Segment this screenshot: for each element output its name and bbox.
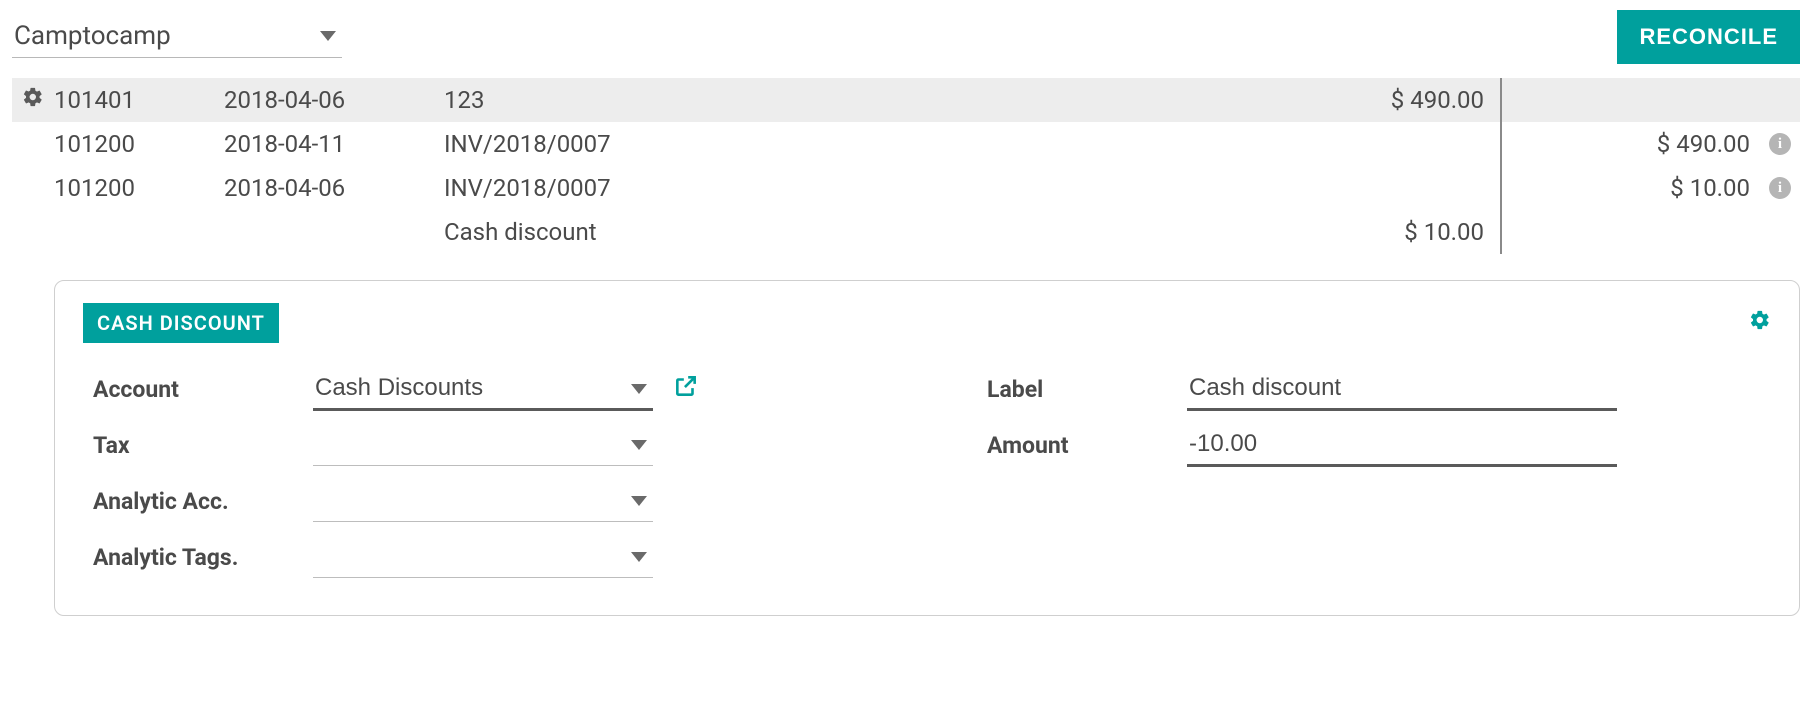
analytic-acc-label: Analytic Acc. (93, 488, 313, 515)
analytic-acc-select[interactable] (313, 481, 653, 522)
cell-credit (1500, 210, 1760, 254)
table-row[interactable]: 101200 2018-04-06 INV/2018/0007 $ 10.00 … (12, 166, 1800, 210)
reconcile-button[interactable]: RECONCILE (1617, 10, 1800, 64)
amount-input[interactable] (1187, 424, 1617, 467)
cell-account: 101200 (54, 174, 224, 202)
analytic-tags-select[interactable] (313, 537, 653, 578)
label-input[interactable] (1187, 368, 1617, 411)
cell-date: 2018-04-06 (224, 174, 444, 202)
external-link-icon[interactable] (673, 373, 703, 405)
tax-select[interactable] (313, 425, 653, 466)
chevron-down-icon (631, 496, 647, 506)
cell-label: Cash discount (444, 218, 1240, 246)
analytic-acc-select-value[interactable] (313, 481, 653, 522)
table-row[interactable]: 101200 2018-04-11 INV/2018/0007 $ 490.00… (12, 122, 1800, 166)
analytic-tags-select-value[interactable] (313, 537, 653, 578)
cell-credit (1500, 78, 1760, 122)
cell-debit (1240, 166, 1500, 210)
partner-select-value: Camptocamp (14, 21, 320, 51)
cell-credit: $ 10.00 (1500, 166, 1760, 210)
table-row[interactable]: 101401 2018-04-06 123 $ 490.00 (12, 78, 1800, 122)
writeoff-panel: CASH DISCOUNT Account Tax (54, 280, 1800, 616)
account-label: Account (93, 376, 313, 403)
label-label: Label (987, 376, 1187, 403)
cell-account: 101200 (54, 130, 224, 158)
cell-debit (1240, 122, 1500, 166)
tax-label: Tax (93, 432, 313, 459)
cell-date: 2018-04-11 (224, 130, 444, 158)
partner-select[interactable]: Camptocamp (12, 17, 342, 58)
cell-label: INV/2018/0007 (444, 174, 1240, 202)
amount-label: Amount (987, 432, 1187, 459)
reconcile-lines: 101401 2018-04-06 123 $ 490.00 101200 20… (12, 78, 1800, 254)
gear-icon[interactable] (22, 86, 44, 114)
chevron-down-icon (631, 384, 647, 394)
info-icon[interactable]: i (1769, 133, 1791, 155)
cell-label: 123 (444, 86, 1240, 114)
tax-select-value[interactable] (313, 425, 653, 466)
chevron-down-icon (631, 440, 647, 450)
info-icon[interactable]: i (1769, 177, 1791, 199)
account-select-value[interactable] (313, 368, 653, 411)
writeoff-badge: CASH DISCOUNT (83, 303, 279, 343)
cell-label: INV/2018/0007 (444, 130, 1240, 158)
account-select[interactable] (313, 368, 653, 411)
cell-date: 2018-04-06 (224, 86, 444, 114)
cell-debit: $ 490.00 (1240, 78, 1500, 122)
table-row[interactable]: Cash discount $ 10.00 (12, 210, 1800, 254)
analytic-tags-label: Analytic Tags. (93, 544, 313, 571)
chevron-down-icon (631, 552, 647, 562)
gear-icon[interactable] (1749, 309, 1771, 337)
cell-debit: $ 10.00 (1240, 210, 1500, 254)
chevron-down-icon (320, 31, 336, 41)
cell-account: 101401 (54, 86, 224, 114)
cell-credit: $ 490.00 (1500, 122, 1760, 166)
